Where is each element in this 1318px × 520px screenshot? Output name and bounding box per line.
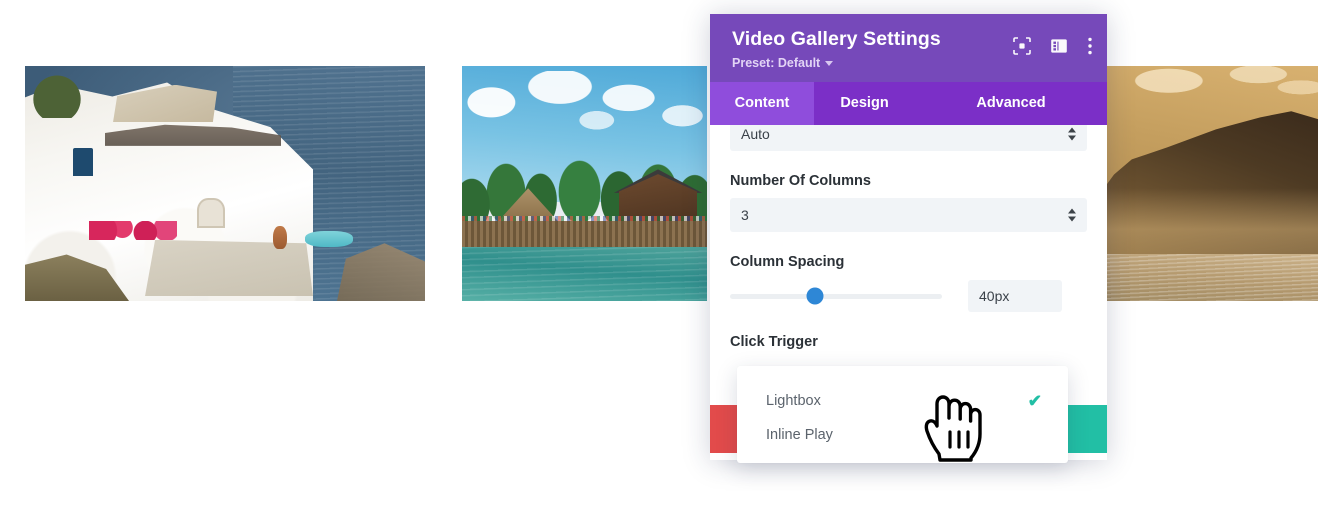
field-column-spacing: Column Spacing 40px [730,254,1087,313]
gallery-item-golden-cliff[interactable] [1105,66,1318,301]
chevron-down-icon [825,60,834,66]
santorini-foliage-left [25,70,89,118]
santorini-pool [305,230,353,247]
column-spacing-label: Column Spacing [730,254,845,271]
focus-target-icon[interactable] [1013,37,1031,55]
santorini-blue-door [73,148,93,177]
clipped-select[interactable]: Auto [730,125,1087,152]
column-spacing-control: 40px [730,280,1087,313]
number-of-columns-value: 3 [741,207,749,224]
select-stepper-icon [1068,127,1076,141]
select-stepper-icon [1068,208,1076,222]
check-icon: ✔ [1027,391,1042,411]
panel-header: Video Gallery Settings Preset: Default [710,14,1107,83]
cliff-mist [1105,188,1318,264]
number-of-columns-label: Number Of Columns [730,173,871,190]
kebab-menu-icon[interactable] [1087,36,1093,56]
panel-tabs: Content Design Advanced [710,82,1107,126]
column-spacing-slider[interactable] [730,287,942,305]
santorini-arch-door [197,197,225,229]
column-spacing-input[interactable]: 40px [968,280,1062,313]
tab-content[interactable]: Content [710,82,814,126]
tab-advanced[interactable]: Advanced [915,82,1107,126]
gallery-item-santorini-village[interactable] [25,66,425,301]
dropdown-option-lightbox[interactable]: Lightbox ✔ [737,384,1068,418]
field-number-of-columns: Number Of Columns 3 [730,173,1087,233]
dropdown-option-label: Lightbox [766,393,821,409]
preset-selector[interactable]: Preset: Default [732,56,834,71]
clipped-select-value: Auto [741,126,770,143]
click-trigger-dropdown: Lightbox ✔ Inline Play [737,366,1068,463]
screenshot-stage: Video Gallery Settings Preset: Default C… [0,0,1318,520]
panel-header-actions [1013,36,1093,56]
dropdown-option-inline-play[interactable]: Inline Play [737,418,1068,452]
santorini-urn [273,225,287,250]
tab-design[interactable]: Design [814,82,915,126]
santorini-patio [145,239,313,297]
gallery-item-tropical-resort[interactable] [462,66,707,301]
field-click-trigger: Click Trigger [730,334,1087,350]
click-trigger-label: Click Trigger [730,334,818,351]
layout-panel-icon[interactable] [1050,37,1068,55]
field-clipped-select: Auto [730,125,1087,152]
cliff-water [1105,254,1318,301]
number-of-columns-select[interactable]: 3 [730,198,1087,233]
tropical-dock [462,221,707,250]
dropdown-option-label: Inline Play [766,427,833,443]
santorini-flowers [89,221,177,240]
column-spacing-slider-thumb[interactable] [806,287,824,305]
tropical-water [462,246,707,301]
preset-label: Preset: Default [732,56,821,71]
